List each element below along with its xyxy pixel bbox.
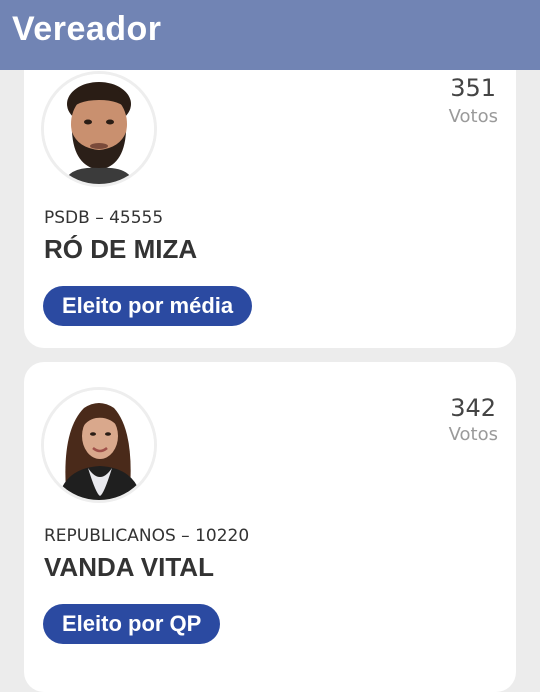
candidate-photo xyxy=(44,390,154,500)
vote-count-label: Votos xyxy=(448,424,498,445)
candidate-photo xyxy=(44,74,154,184)
candidate-name: RÓ DE MIZA xyxy=(44,234,198,264)
election-status-badge: Eleito por QP xyxy=(43,604,221,644)
app-header: Vereador xyxy=(0,0,540,70)
vote-count: 351 xyxy=(450,74,496,102)
party-number: REPUBLICANOS – 10220 xyxy=(44,526,250,546)
candidate-card[interactable]: 351 Votos PSDB – 45555 RÓ DE MIZA Eleito… xyxy=(24,30,516,348)
page-title: Vereador xyxy=(12,10,162,48)
vote-count-label: Votos xyxy=(448,106,498,127)
election-status-badge: Eleito por média xyxy=(43,286,253,326)
vote-count: 342 xyxy=(450,394,496,422)
candidate-card[interactable]: 342 Votos REPUBLICANOS – 10220 VANDA VIT… xyxy=(24,362,516,692)
party-number: PSDB – 45555 xyxy=(44,208,164,228)
candidate-name: VANDA VITAL xyxy=(44,552,214,582)
